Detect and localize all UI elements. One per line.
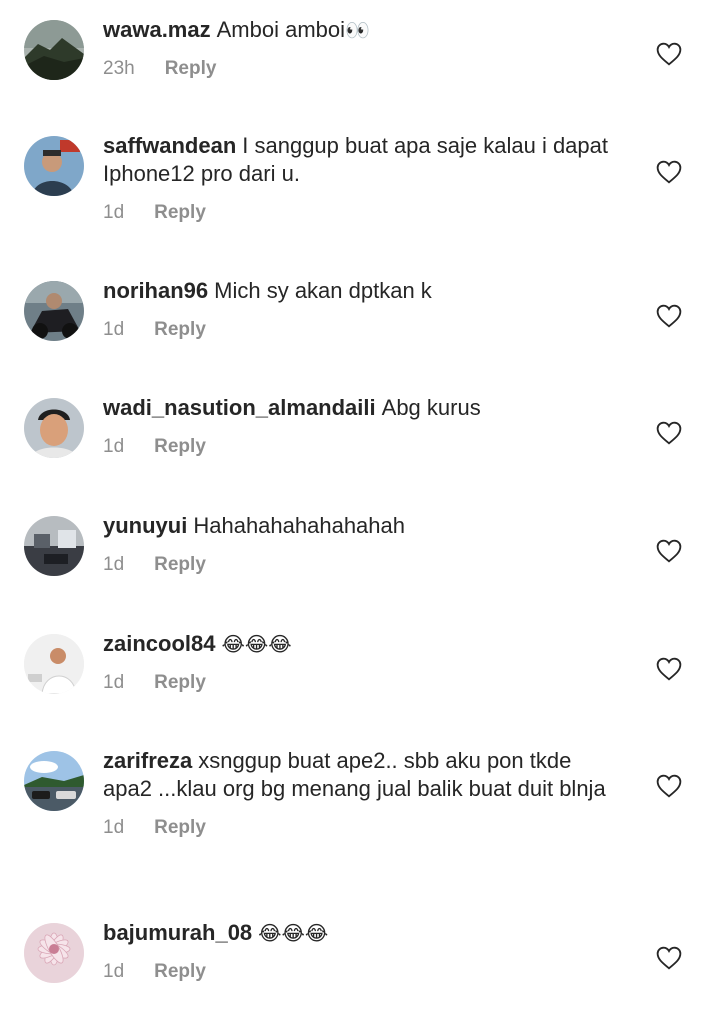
avatar[interactable] (24, 398, 84, 458)
comment-text: Mich sy akan dptkan k (214, 278, 432, 303)
username[interactable]: bajumurah_08 (103, 920, 252, 945)
comment-text: Amboi amboi (216, 17, 345, 42)
reply-button[interactable]: Reply (154, 961, 206, 983)
avatar[interactable] (24, 751, 84, 811)
heart-outline-icon (656, 539, 682, 563)
timestamp: 23h (103, 58, 135, 79)
heart-outline-icon (656, 421, 682, 445)
person-white-shirt-avatar-icon (24, 634, 84, 694)
reply-button[interactable]: Reply (154, 554, 206, 576)
username[interactable]: wawa.maz (103, 17, 211, 42)
username[interactable]: wadi_nasution_almandaili (103, 395, 376, 420)
avatar[interactable] (24, 136, 84, 196)
timestamp: 1d (103, 202, 125, 223)
timestamp: 1d (103, 672, 125, 693)
reply-button[interactable]: Reply (165, 58, 217, 80)
username[interactable]: yunuyui (103, 513, 187, 538)
interior-room-avatar-icon (24, 516, 84, 576)
reply-button[interactable]: Reply (154, 672, 206, 694)
username[interactable]: saffwandean (103, 133, 236, 158)
username[interactable]: zaincool84 (103, 631, 215, 656)
avatar[interactable] (24, 20, 84, 80)
like-button[interactable] (656, 539, 682, 563)
timestamp: 1d (103, 961, 125, 982)
comment-text: Abg kurus (381, 395, 481, 420)
mountain-landscape-avatar-icon (24, 20, 84, 80)
timestamp: 1d (103, 554, 125, 575)
reply-button[interactable]: Reply (154, 202, 206, 224)
reply-button[interactable]: Reply (154, 436, 206, 458)
like-button[interactable] (656, 774, 682, 798)
like-button[interactable] (656, 421, 682, 445)
timestamp: 1d (103, 817, 125, 838)
cars-parking-avatar-icon (24, 751, 84, 811)
comment-emoji: 👀 (345, 18, 370, 42)
timestamp: 1d (103, 319, 125, 340)
heart-outline-icon (656, 774, 682, 798)
avatar[interactable] (24, 634, 84, 694)
avatar[interactable] (24, 516, 84, 576)
avatar[interactable] (24, 923, 84, 983)
like-button[interactable] (656, 42, 682, 66)
heart-outline-icon (656, 657, 682, 681)
comment-emoji: 😂😂😂 (221, 632, 292, 656)
heart-outline-icon (656, 304, 682, 328)
username[interactable]: zarifreza (103, 748, 192, 773)
timestamp: 1d (103, 436, 125, 457)
comment-text: Hahahahahahahahah (193, 513, 405, 538)
comment-emoji: 😂😂😂 (258, 921, 329, 945)
pink-flower-avatar-icon (24, 923, 84, 983)
heart-outline-icon (656, 42, 682, 66)
person-selfie-avatar-icon (24, 136, 84, 196)
like-button[interactable] (656, 160, 682, 184)
heart-outline-icon (656, 946, 682, 970)
reply-button[interactable]: Reply (154, 319, 206, 341)
like-button[interactable] (656, 657, 682, 681)
like-button[interactable] (656, 304, 682, 328)
avatar[interactable] (24, 281, 84, 341)
username[interactable]: norihan96 (103, 278, 208, 303)
motorcycle-rider-avatar-icon (24, 281, 84, 341)
reply-button[interactable]: Reply (154, 817, 206, 839)
like-button[interactable] (656, 946, 682, 970)
person-face-avatar-icon (24, 398, 84, 458)
heart-outline-icon (656, 160, 682, 184)
